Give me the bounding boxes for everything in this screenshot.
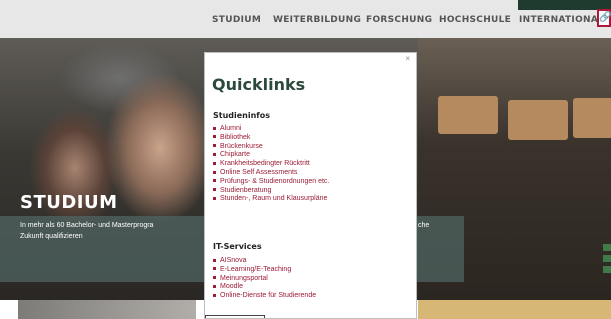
quicklink-chipkarte[interactable]: Chipkarte	[213, 151, 329, 160]
nav-item-studium[interactable]: STUDIUM	[212, 15, 261, 25]
quicklinks-toggle-button[interactable]: 🔗	[597, 9, 611, 27]
slider-dot[interactable]	[603, 255, 611, 262]
studieninfos-link-list: Alumni Bibliothek Brückenkurse Chipkarte…	[213, 125, 329, 204]
quicklink-pruefungsordnungen[interactable]: Prüfungs- & Studienordnungen etc.	[213, 178, 329, 187]
slider-dot[interactable]	[603, 244, 611, 251]
quicklink-brueckenkurse[interactable]: Brückenkurse	[213, 143, 329, 152]
seat-decoration	[508, 100, 568, 140]
slider-indicators[interactable]	[603, 244, 611, 277]
slider-dot[interactable]	[603, 266, 611, 273]
hero-title: STUDIUM	[20, 192, 118, 213]
quicklink-aisnova[interactable]: AISnova	[213, 257, 316, 266]
top-navigation-bar: STUDIUM WEITERBILDUNG FORSCHUNG HOCHSCHU…	[0, 0, 611, 38]
quicklink-studienberatung[interactable]: Studienberatung	[213, 187, 329, 196]
section-heading-studieninfos: Studieninfos	[213, 111, 271, 120]
quicklink-moodle[interactable]: Moodle	[213, 283, 316, 292]
main-nav: STUDIUM WEITERBILDUNG FORSCHUNG HOCHSCHU…	[0, 15, 611, 29]
close-icon[interactable]: ×	[405, 54, 410, 63]
seat-decoration	[573, 98, 611, 138]
nav-item-weiterbildung[interactable]: WEITERBILDUNG	[273, 15, 361, 25]
hero-description-fragment: che	[418, 222, 430, 229]
nav-item-forschung[interactable]: FORSCHUNG	[366, 15, 432, 25]
section-heading-it-services: IT-Services	[213, 242, 262, 251]
teaser-image[interactable]	[18, 300, 196, 319]
it-services-link-list: AISnova E-Learning/E-Teaching Meinungspo…	[213, 257, 316, 301]
quicklink-meinungsportal[interactable]: Meinungsportal	[213, 275, 316, 284]
quicklink-elearning[interactable]: E-Learning/E-Teaching	[213, 266, 316, 275]
quicklink-alumni[interactable]: Alumni	[213, 125, 329, 134]
focus-outline	[205, 315, 265, 318]
quicklink-self-assessments[interactable]: Online Self Assessments	[213, 169, 329, 178]
nav-item-international[interactable]: INTERNATIONAL	[519, 15, 604, 25]
link-icon: 🔗	[599, 12, 611, 23]
seat-decoration	[438, 96, 498, 134]
quicklinks-popup: × Quicklinks Studieninfos Alumni Bibliot…	[204, 52, 417, 319]
quicklinks-title: Quicklinks	[212, 75, 306, 94]
quicklink-stundenplaene[interactable]: Stunden-, Raum und Klausurpläne	[213, 195, 329, 204]
quicklink-online-dienste[interactable]: Online-Dienste für Studierende	[213, 292, 316, 301]
quicklink-ruecktritt[interactable]: Krankheitsbedingter Rücktritt	[213, 160, 329, 169]
hero-description-line1: In mehr als 60 Bachelor- und Masterprogr…	[20, 222, 154, 229]
quicklink-bibliothek[interactable]: Bibliothek	[213, 134, 329, 143]
nav-item-hochschule[interactable]: HOCHSCHULE	[439, 15, 511, 25]
teaser-gold-box[interactable]	[418, 300, 611, 319]
hero-description-line2: Zukunft qualifizieren	[20, 233, 83, 240]
